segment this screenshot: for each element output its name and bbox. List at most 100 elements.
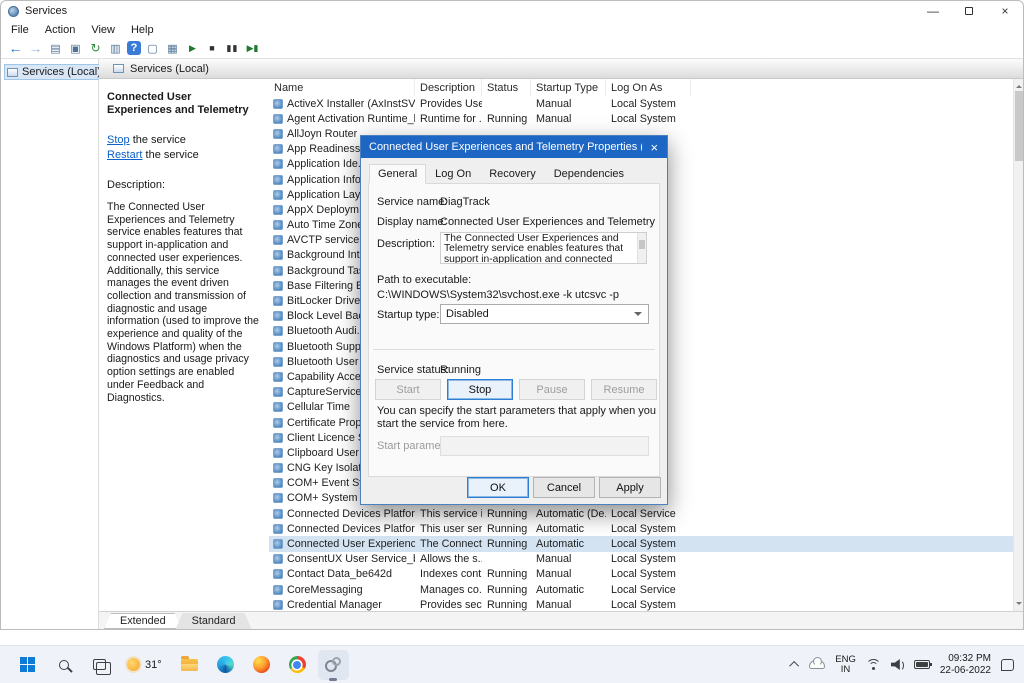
weather-widget[interactable]: 31°: [120, 650, 169, 680]
pause-button[interactable]: Pause: [519, 379, 585, 400]
filter-icon[interactable]: ▦: [164, 40, 181, 56]
forward-icon[interactable]: →: [27, 40, 44, 56]
service-name: AVCTP service: [287, 234, 359, 246]
cancel-button[interactable]: Cancel: [533, 477, 595, 498]
menu-view[interactable]: View: [83, 24, 123, 36]
column-header[interactable]: Description: [415, 79, 482, 96]
scroll-up-icon[interactable]: [1016, 82, 1022, 88]
row-filler: [691, 248, 1013, 263]
start-button[interactable]: [12, 650, 43, 680]
row-filler: [691, 187, 1013, 202]
edge-button[interactable]: [210, 650, 241, 680]
service-name: Bluetooth Supp...: [287, 341, 370, 353]
chrome-button[interactable]: [282, 650, 313, 680]
restart-service-link[interactable]: Restart: [107, 149, 142, 161]
minimize-button[interactable]: —: [915, 1, 951, 21]
column-header[interactable]: Status: [482, 79, 531, 96]
service-icon: [273, 235, 283, 245]
weather-temperature: 31°: [145, 659, 162, 671]
tab-dependencies[interactable]: Dependencies: [545, 165, 633, 184]
properties-icon[interactable]: ▣: [67, 40, 84, 56]
column-header[interactable]: Log On As: [606, 79, 691, 96]
services-taskbar-button[interactable]: [318, 650, 349, 680]
taskbar-apps: 31°: [0, 650, 349, 680]
start-parameters-input[interactable]: [440, 436, 649, 456]
service-name: Agent Activation Runtime_b...: [287, 113, 415, 125]
dialog-titlebar: Connected User Experiences and Telemetry…: [361, 136, 667, 158]
service-icon: [273, 129, 283, 139]
show-console-tree-icon[interactable]: ▤: [47, 40, 64, 56]
tab-log-on[interactable]: Log On: [426, 165, 480, 184]
clock[interactable]: 09:32 PM 22-06-2022: [940, 653, 991, 677]
stop-button[interactable]: Stop: [447, 379, 513, 400]
apply-button[interactable]: Apply: [599, 477, 661, 498]
Credential Manager[interactable]: Credential Manager Provides sec... Runni…: [269, 597, 1013, 611]
Connected User Experiences ...[interactable]: Connected User Experiences ... The Conne…: [269, 536, 1013, 551]
pause-icon[interactable]: ▮▮: [224, 40, 241, 56]
service-description: This service i...: [415, 506, 482, 521]
menu-action[interactable]: Action: [37, 24, 84, 36]
stop-service-link[interactable]: Stop: [107, 134, 130, 146]
scrollbar-thumb[interactable]: [1015, 91, 1023, 161]
help-icon[interactable]: ?: [127, 41, 141, 55]
search-button[interactable]: [48, 650, 79, 680]
service-status: Running: [482, 111, 531, 126]
resume-button[interactable]: Resume: [591, 379, 657, 400]
window-icon[interactable]: ▢: [144, 40, 161, 56]
maximize-button[interactable]: [951, 1, 987, 21]
row-filler: [691, 142, 1013, 157]
service-name: Clipboard User ...: [287, 447, 371, 459]
dialog-close-button[interactable]: ×: [642, 136, 667, 158]
menu-file[interactable]: File: [3, 24, 37, 36]
Agent Activation Runtime_b...[interactable]: Agent Activation Runtime_b... Runtime fo…: [269, 111, 1013, 126]
row-filler: [691, 521, 1013, 536]
firefox-button[interactable]: [246, 650, 277, 680]
close-button[interactable]: ×: [987, 1, 1023, 21]
vertical-scrollbar[interactable]: [1013, 79, 1023, 611]
tab-general[interactable]: General: [369, 164, 426, 184]
tab-recovery[interactable]: Recovery: [480, 165, 544, 184]
column-header[interactable]: Name: [269, 79, 415, 96]
service-status: Running: [482, 506, 531, 521]
CoreMessaging[interactable]: CoreMessaging Manages co... Running Auto…: [269, 582, 1013, 597]
tray-chevron-up-icon[interactable]: [789, 661, 799, 671]
service-description: This user ser...: [415, 521, 482, 536]
tree-item-services-local[interactable]: Services (Local): [4, 64, 106, 80]
stop-icon[interactable]: ■: [204, 40, 221, 56]
tab-standard[interactable]: Standard: [176, 613, 252, 629]
menu-help[interactable]: Help: [123, 24, 162, 36]
service-icon: [273, 478, 283, 488]
volume-icon[interactable]: [891, 659, 904, 670]
service-icon: [273, 99, 283, 109]
service-description: Manages co...: [415, 582, 482, 597]
service-status: Running: [482, 597, 531, 611]
restart-link-suffix: the service: [146, 149, 199, 161]
service-icon: [273, 220, 283, 230]
row-filler: [691, 126, 1013, 141]
task-view-button[interactable]: [84, 650, 115, 680]
onedrive-cloud-icon[interactable]: [809, 660, 825, 669]
scroll-down-icon[interactable]: [1016, 602, 1022, 608]
ConsentUX User Service_be6...[interactable]: ConsentUX User Service_be6... Allows the…: [269, 552, 1013, 567]
Connected Devices Platform ...[interactable]: Connected Devices Platform ... This user…: [269, 521, 1013, 536]
ActiveX Installer (AxInstSV)[interactable]: ActiveX Installer (AxInstSV) Provides Us…: [269, 96, 1013, 111]
play-icon[interactable]: ▶: [184, 40, 201, 56]
start-button[interactable]: Start: [375, 379, 441, 400]
file-explorer-button[interactable]: [174, 650, 205, 680]
tab-extended[interactable]: Extended: [104, 613, 182, 629]
wifi-icon[interactable]: [866, 659, 881, 670]
sun-icon: [127, 658, 140, 671]
Connected Devices Platform ...[interactable]: Connected Devices Platform ... This serv…: [269, 506, 1013, 521]
Contact Data_be642d[interactable]: Contact Data_be642d Indexes cont... Runn…: [269, 567, 1013, 582]
refresh-icon[interactable]: ↻: [87, 40, 104, 56]
column-header[interactable]: Startup Type: [531, 79, 606, 96]
restart-icon[interactable]: ▶▮: [244, 40, 261, 56]
notification-center-icon[interactable]: [1001, 659, 1014, 671]
service-status: Running: [482, 536, 531, 551]
language-indicator[interactable]: ENG IN: [835, 655, 856, 675]
back-icon[interactable]: ←: [7, 40, 24, 56]
export-list-icon[interactable]: ▥: [107, 40, 124, 56]
battery-icon[interactable]: [914, 660, 930, 669]
service-logon-as: Local System: [606, 552, 691, 567]
ok-button[interactable]: OK: [467, 477, 529, 498]
